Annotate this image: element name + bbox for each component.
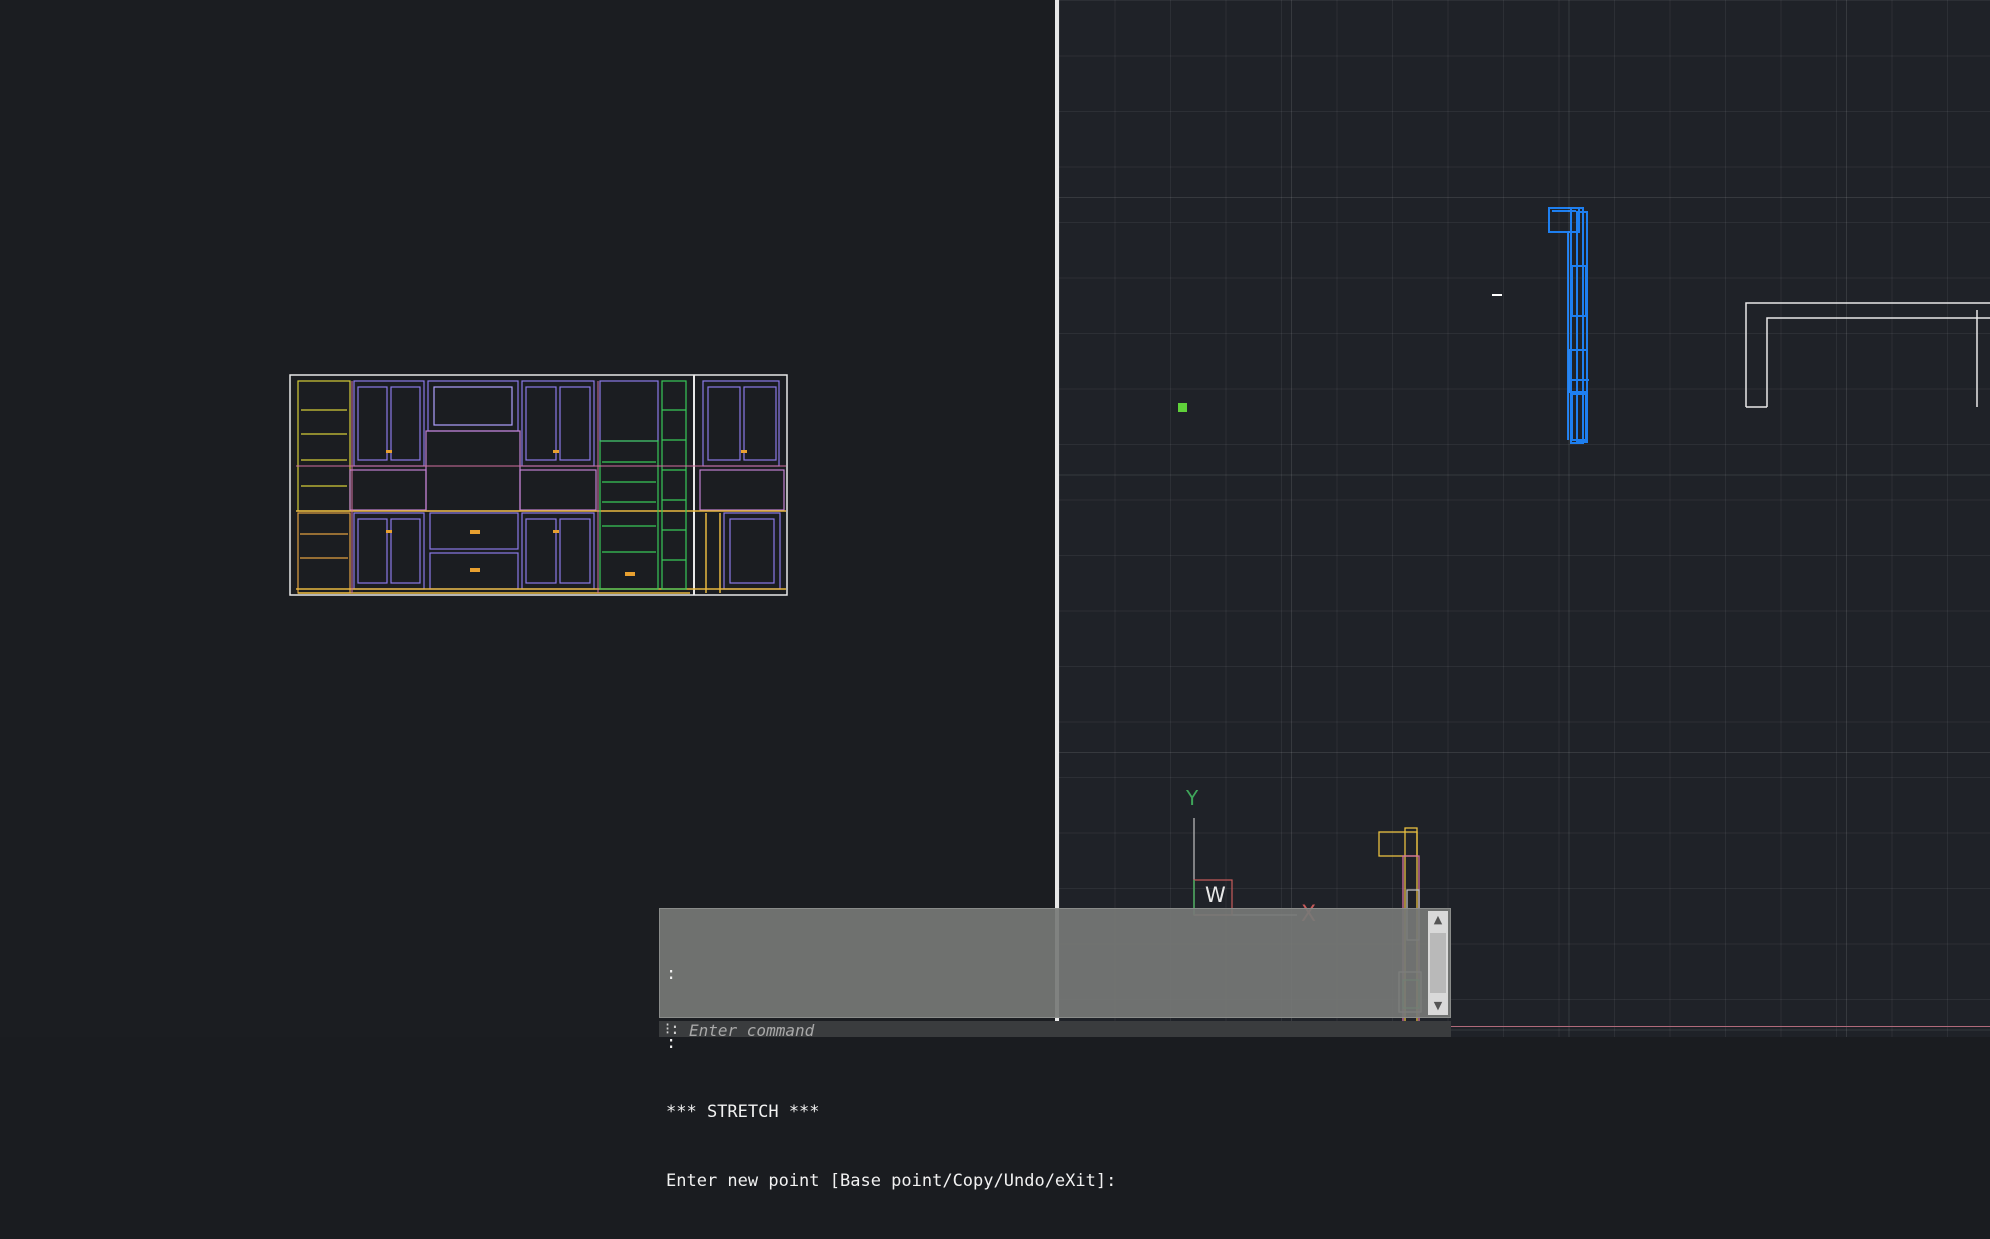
elevation-frame <box>289 374 788 596</box>
scrollbar-thumb[interactable] <box>1430 933 1446 993</box>
range-hood <box>349 430 785 512</box>
status-line <box>1451 1026 1990 1027</box>
command-prompt-icon: ⁝: <box>665 1021 680 1037</box>
drawing-viewport-right[interactable]: Y X W <box>1059 0 1990 1037</box>
ucs-y-label: Y <box>1186 786 1199 810</box>
command-history-panel[interactable]: : : *** STRETCH *** Enter new point [Bas… <box>659 908 1451 1191</box>
history-line: : <box>666 964 677 984</box>
pantry-green <box>599 380 687 590</box>
scroll-down-icon[interactable]: ▼ <box>1428 997 1448 1015</box>
ucs-w-label: W <box>1205 883 1226 907</box>
grip-point[interactable] <box>1178 403 1187 412</box>
command-history-scrollbar[interactable]: ▲ ▼ <box>1428 911 1448 1015</box>
drawing-viewport-left[interactable] <box>0 0 1055 1037</box>
scroll-up-icon[interactable]: ▲ <box>1428 911 1448 929</box>
command-history: : : *** STRETCH *** Enter new point [Bas… <box>666 917 1422 1239</box>
command-input-bar[interactable]: ⁝: <box>659 1021 1451 1037</box>
selected-side-profile <box>1548 207 1589 444</box>
kitchen-elevation-drawing[interactable] <box>0 0 1055 1037</box>
command-input[interactable] <box>689 1021 1389 1037</box>
countertop-outline <box>1745 302 1990 408</box>
base-cabinets <box>353 512 781 590</box>
upper-cabinets <box>353 380 780 467</box>
model-space-drawing[interactable] <box>1059 0 1990 1037</box>
history-line: Enter new point [Base point/Copy/Undo/eX… <box>666 1171 1117 1191</box>
shelving-left <box>297 380 351 594</box>
trim-lines <box>296 381 786 593</box>
history-line: *** STRETCH *** <box>666 1102 820 1122</box>
countertop <box>296 510 786 594</box>
